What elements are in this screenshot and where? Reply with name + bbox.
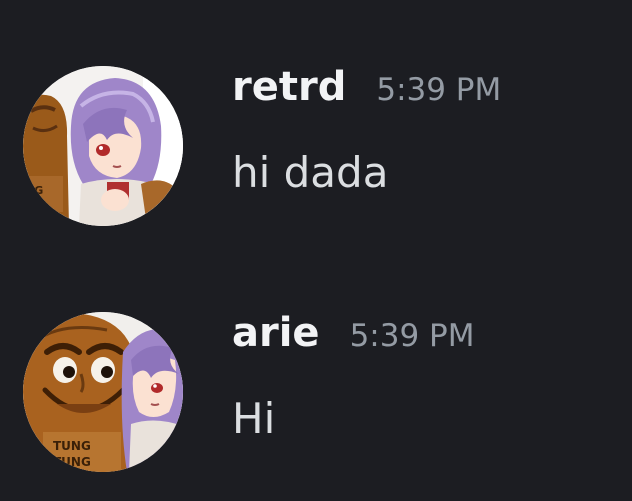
svg-text:TUNG: TUNG [53, 439, 91, 453]
message-item: NG retrd 5:39 PM hi dada [0, 62, 632, 242]
message-content: hi dada [232, 148, 389, 197]
svg-text:TUNG: TUNG [53, 455, 91, 469]
message-item: TUNG TUNG arie 5:39 PM Hi [0, 308, 632, 488]
timestamp: 5:39 PM [376, 72, 502, 108]
user-avatar-icon[interactable]: TUNG TUNG [23, 312, 183, 472]
username[interactable]: retrd [232, 64, 346, 110]
user-avatar-icon[interactable]: NG [23, 66, 183, 226]
avatar-image-icon: TUNG TUNG [23, 312, 183, 472]
message-header: arie 5:39 PM [232, 310, 474, 370]
avatar-image-icon: NG [23, 66, 183, 226]
svg-text:NG: NG [25, 184, 43, 197]
username[interactable]: arie [232, 310, 320, 356]
message-header: retrd 5:39 PM [232, 64, 501, 124]
message-content: Hi [232, 394, 276, 443]
timestamp: 5:39 PM [349, 318, 475, 354]
